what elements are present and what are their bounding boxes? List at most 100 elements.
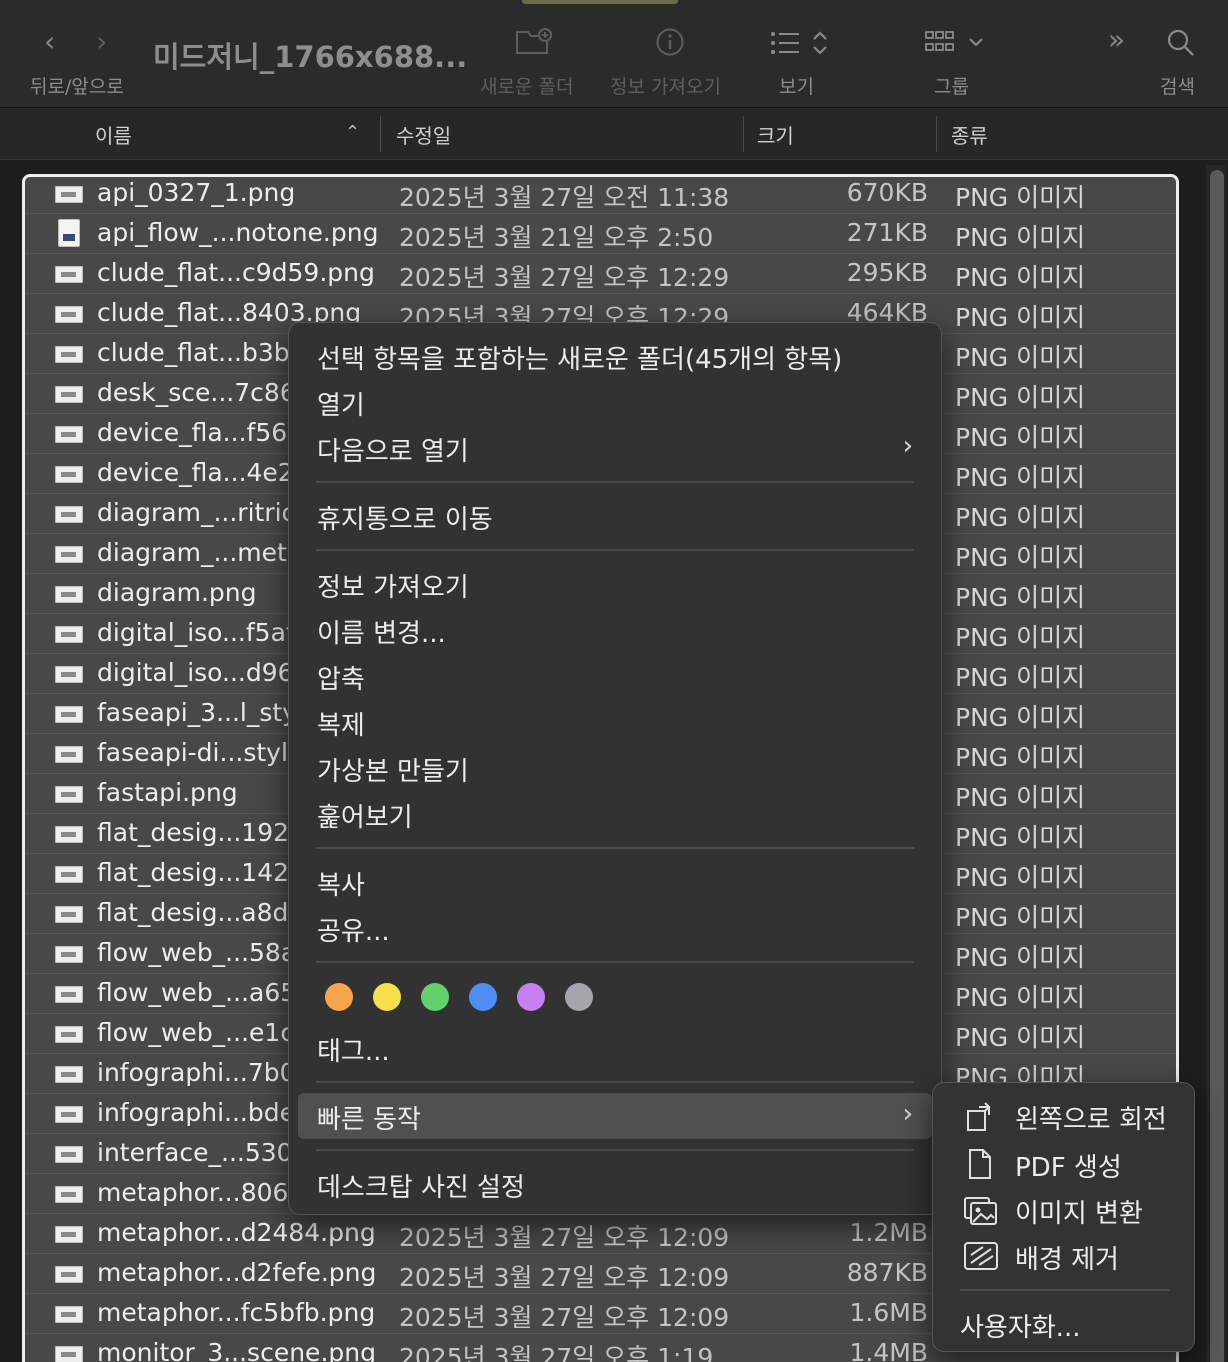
submenu-create-pdf[interactable]: PDF 생성 (1015, 1147, 1122, 1184)
file-thumbnail-icon (55, 346, 83, 363)
back-forward-label: 뒤로/앞으로 (30, 76, 124, 98)
file-kind: PNG 이미지 (955, 863, 1086, 892)
list-view-icon[interactable] (770, 29, 832, 62)
file-size: 1.6MB (849, 1298, 928, 1327)
submenu-convert-image[interactable]: 이미지 변환 (1015, 1193, 1143, 1230)
file-name: api_flow_...notone.png (97, 218, 379, 247)
file-thumbnail-icon (55, 906, 83, 923)
file-kind: PNG 이미지 (955, 583, 1086, 612)
tag-color-dot[interactable] (469, 983, 497, 1011)
file-name: device_fla...4e2 (97, 458, 294, 487)
file-thumbnail-icon (55, 946, 83, 963)
file-thumbnail-icon (55, 986, 83, 1003)
window-preview-sliver (522, 0, 678, 4)
menu-separator (316, 549, 914, 551)
search-icon[interactable] (1166, 28, 1196, 63)
file-thumbnail-icon (55, 1186, 83, 1203)
view-label: 보기 (779, 76, 814, 98)
forward-chevron-icon[interactable]: › (96, 28, 107, 56)
file-name: infographi...bde9 (97, 1098, 311, 1127)
file-kind: PNG 이미지 (955, 223, 1086, 252)
table-row[interactable]: clude_flat...c9d59.png 2025년 3월 27일 오후 12… (25, 254, 1176, 294)
file-size: 1.2MB (849, 1218, 928, 1247)
submenu-separator (960, 1289, 1170, 1291)
table-row[interactable]: api_0327_1.png 2025년 3월 27일 오전 11:38 670KB… (25, 177, 1176, 214)
menu-open[interactable]: 열기 (317, 385, 365, 422)
menu-new-folder-with-selection[interactable]: 선택 항목을 포함하는 새로운 폴더(45개의 항목) (317, 339, 842, 376)
file-thumbnail-icon (55, 586, 83, 603)
file-date: 2025년 3월 27일 오후 12:09 (399, 1263, 730, 1292)
menu-quick-look[interactable]: 훑어보기 (317, 797, 413, 834)
group-icon[interactable] (924, 30, 988, 61)
file-name: metaphor...8067 (97, 1178, 305, 1207)
submenu-customize[interactable]: 사용자화... (960, 1307, 1080, 1344)
menu-rename[interactable]: 이름 변경... (317, 613, 446, 650)
menu-make-alias[interactable]: 가상본 만들기 (317, 751, 469, 788)
menu-share[interactable]: 공유... (317, 911, 390, 948)
tag-color-dot[interactable] (517, 983, 545, 1011)
get-info-label: 정보 가져오기 (610, 76, 721, 98)
menu-copy[interactable]: 복사 (317, 865, 365, 902)
file-kind: PNG 이미지 (955, 943, 1086, 972)
info-icon[interactable] (655, 27, 685, 62)
menu-separator (316, 847, 914, 849)
scrollbar-thumb[interactable] (1210, 170, 1224, 1362)
file-thumbnail-icon (55, 866, 83, 883)
menu-tags[interactable]: 태그... (317, 1031, 390, 1068)
file-kind: PNG 이미지 (955, 783, 1086, 812)
file-thumbnail-icon (55, 506, 83, 523)
file-thumbnail-icon (55, 1026, 83, 1043)
file-kind: PNG 이미지 (955, 743, 1086, 772)
tag-color-dot[interactable] (373, 983, 401, 1011)
file-thumbnail-icon (55, 1346, 83, 1362)
file-kind: PNG 이미지 (955, 343, 1086, 372)
menu-set-desktop-picture[interactable]: 데스크탑 사진 설정 (317, 1167, 525, 1204)
file-name: flow_web_...58a (97, 938, 297, 967)
back-chevron-icon[interactable]: ‹ (44, 28, 55, 56)
file-kind: PNG 이미지 (955, 303, 1086, 332)
column-divider (743, 116, 744, 152)
table-row[interactable]: api_flow_...notone.png 2025년 3월 21일 오후 2:… (25, 214, 1176, 254)
menu-move-to-trash[interactable]: 휴지통으로 이동 (317, 499, 493, 536)
new-folder-icon[interactable] (515, 26, 553, 61)
more-toolbar-chevrons-icon[interactable]: » (1108, 26, 1125, 54)
file-size: 887KB (846, 1258, 928, 1287)
file-thumbnail-icon (55, 386, 83, 403)
menu-separator (316, 481, 914, 483)
column-header: 이름 ⌃ 수정일 크기 종류 (0, 108, 1228, 160)
file-name: flat_desig...1927 (97, 818, 305, 847)
column-modified[interactable]: 수정일 (396, 120, 451, 149)
file-thumbnail-icon (55, 666, 83, 683)
file-thumbnail-icon (55, 706, 83, 723)
menu-compress[interactable]: 압축 (317, 659, 365, 696)
file-name: clude_flat...b3bf (97, 338, 299, 367)
file-name: monitor_3...scene.png (97, 1338, 376, 1362)
menu-get-info[interactable]: 정보 가져오기 (317, 567, 469, 604)
file-name: diagram_...ritric (97, 498, 296, 527)
file-kind: PNG 이미지 (955, 903, 1086, 932)
file-thumbnail-icon (55, 426, 83, 443)
sort-ascending-icon[interactable]: ⌃ (345, 122, 360, 143)
file-name: diagram.png (97, 578, 257, 607)
menu-duplicate[interactable]: 복제 (317, 705, 365, 742)
column-name[interactable]: 이름 (95, 120, 132, 149)
file-date: 2025년 3월 27일 오후 12:09 (399, 1223, 730, 1252)
group-label: 그룹 (934, 76, 969, 98)
menu-separator (316, 1149, 914, 1151)
window-title: 미드저니_1766x688... (153, 40, 468, 74)
menu-open-with[interactable]: 다음으로 열기 (317, 431, 469, 468)
submenu-remove-background[interactable]: 배경 제거 (1015, 1239, 1119, 1276)
submenu-rotate-left[interactable]: 왼쪽으로 회전 (1015, 1099, 1167, 1136)
tag-color-dot[interactable] (565, 983, 593, 1011)
file-name: flat_desig...142c (97, 858, 303, 887)
file-name: faseapi_3...l_sty (97, 698, 297, 727)
column-kind[interactable]: 종류 (951, 120, 988, 149)
file-kind: PNG 이미지 (955, 703, 1086, 732)
column-size[interactable]: 크기 (757, 120, 794, 149)
tag-color-dot[interactable] (325, 983, 353, 1011)
file-date: 2025년 3월 27일 오전 11:38 (399, 183, 730, 212)
file-thumbnail-icon (55, 1226, 83, 1243)
tag-color-dot[interactable] (421, 983, 449, 1011)
menu-quick-actions[interactable]: 빠른 동작 (317, 1099, 421, 1136)
file-kind: PNG 이미지 (955, 423, 1086, 452)
